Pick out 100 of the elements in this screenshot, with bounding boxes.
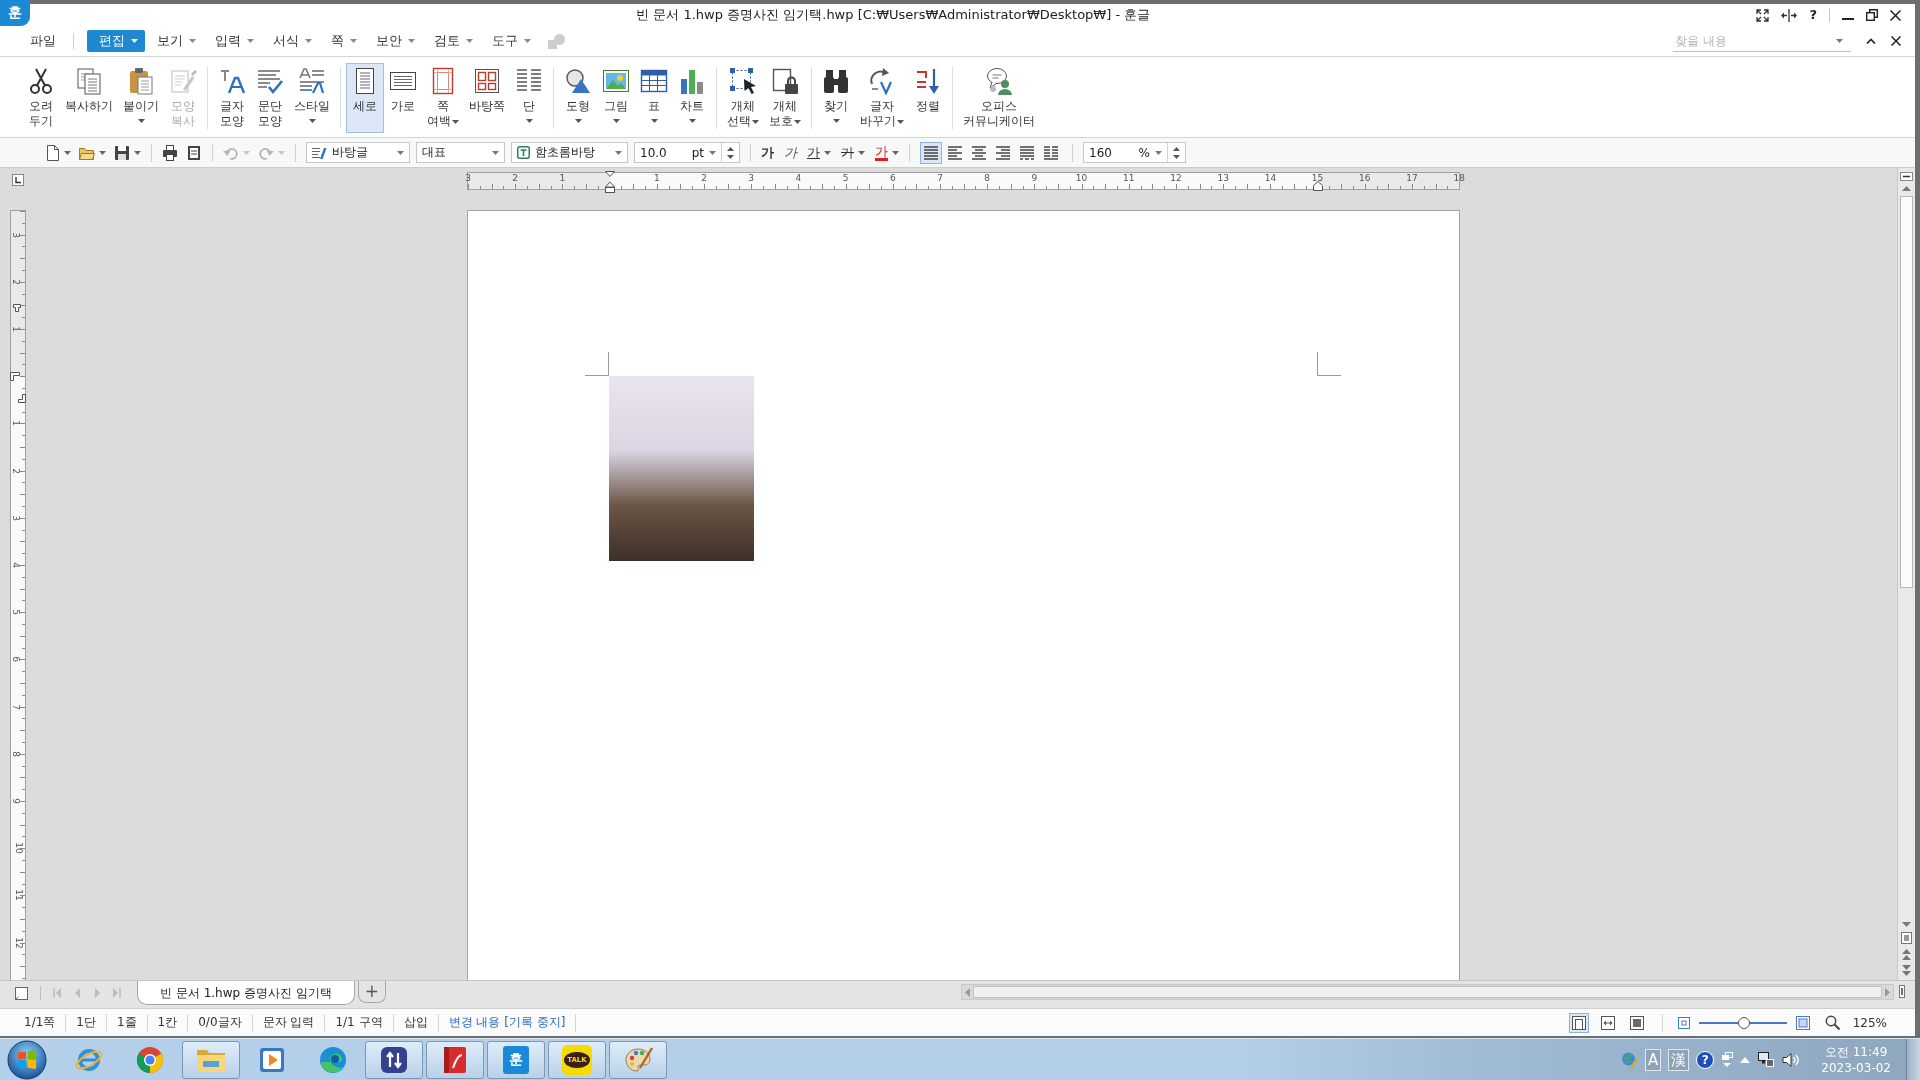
menu-item[interactable]: 쪽 xyxy=(319,30,364,52)
scrollbar-thumb[interactable] xyxy=(973,986,1882,998)
ribbon-button[interactable]: 단 xyxy=(510,63,548,126)
menu-item[interactable]: 보안 xyxy=(364,30,422,52)
ribbon-button[interactable]: 표 xyxy=(635,63,673,126)
page-icon[interactable] xyxy=(1901,932,1912,944)
spinner-icon[interactable] xyxy=(727,145,734,160)
ribbon-button[interactable]: 복사하기 xyxy=(60,63,118,117)
margin-marker-icon[interactable] xyxy=(13,304,21,313)
sheet-icon[interactable] xyxy=(15,986,28,1000)
taskbar-button[interactable] xyxy=(426,1040,484,1079)
ribbon-button[interactable]: 그림 xyxy=(597,63,635,126)
magnifier-icon[interactable] xyxy=(1824,1015,1840,1030)
language-dropdown[interactable]: 대표 xyxy=(416,142,505,163)
preview-button[interactable] xyxy=(186,144,202,161)
ribbon-button[interactable]: 문단 모양 xyxy=(251,63,289,132)
menu-item[interactable]: 입력 xyxy=(203,30,261,52)
width-arrows-icon[interactable] xyxy=(1781,8,1798,22)
margin-marker-icon[interactable] xyxy=(18,394,26,404)
style-dropdown[interactable]: 바탕글 xyxy=(306,142,410,163)
italic-button[interactable]: 가 xyxy=(784,143,797,162)
menu-item[interactable]: 파일 xyxy=(18,30,63,52)
menu-item[interactable]: 검토 xyxy=(422,30,480,52)
page-down-icon[interactable] xyxy=(1902,965,1911,976)
zoom-in-icon[interactable] xyxy=(1795,1015,1810,1030)
ribbon-button[interactable]: 가로 xyxy=(384,63,422,117)
taskbar-button[interactable]: 훈 xyxy=(487,1040,545,1079)
network-icon[interactable] xyxy=(1757,1051,1776,1068)
close-icon[interactable] xyxy=(1891,36,1901,46)
scroll-up-icon[interactable] xyxy=(1902,186,1911,191)
menu-item[interactable]: 편집 xyxy=(87,30,145,52)
strikethrough-button[interactable]: 가 xyxy=(841,143,865,162)
page-up-icon[interactable] xyxy=(1902,949,1911,960)
app-logo[interactable]: 훈 xyxy=(0,0,30,26)
bold-button[interactable]: 가 xyxy=(761,143,774,162)
tab-stop-icon[interactable] xyxy=(12,174,24,186)
ribbon-button[interactable]: 바탕쪽 xyxy=(464,63,510,117)
chevron-up-icon[interactable] xyxy=(1866,38,1876,44)
caret-icon xyxy=(397,150,404,155)
ribbon-button[interactable]: 쪽 여백 xyxy=(422,63,464,132)
restore-icon[interactable] xyxy=(1866,9,1878,21)
zoom-out-icon[interactable] xyxy=(1677,1016,1690,1029)
show-desktop-button[interactable] xyxy=(1906,1038,1920,1080)
indent-marker-icon[interactable] xyxy=(604,171,615,193)
help-button[interactable]: ? xyxy=(1696,1050,1715,1069)
print-button[interactable] xyxy=(162,144,178,161)
slider-thumb[interactable] xyxy=(1738,1016,1751,1029)
segmented-circle-icon[interactable] xyxy=(135,1044,165,1075)
font-color-button[interactable]: 가 xyxy=(875,144,899,161)
font-dropdown[interactable]: 함초롬바탕 xyxy=(511,142,628,163)
ribbon-button[interactable]: 스타일 xyxy=(289,63,335,126)
swap-arrows-icon[interactable] xyxy=(379,1044,409,1075)
ribbon-button[interactable]: 글자 바꾸기 xyxy=(855,63,909,132)
fullscreen-icon[interactable] xyxy=(1756,8,1770,22)
split-handle-icon[interactable] xyxy=(1899,985,1905,998)
scrollbar-thumb[interactable] xyxy=(1900,196,1913,588)
font-size-field[interactable]: 10.0 pt xyxy=(634,142,740,163)
new-document-button[interactable] xyxy=(44,144,71,161)
speaker-icon[interactable] xyxy=(1782,1051,1801,1068)
text-format-icon xyxy=(218,67,246,95)
underline-button[interactable]: 가 xyxy=(807,143,831,162)
ribbon-button[interactable]: 오려 두기 xyxy=(22,63,60,132)
view-button[interactable] xyxy=(1568,1012,1589,1033)
caret-icon xyxy=(137,119,145,123)
close-icon[interactable] xyxy=(1890,9,1901,21)
indent-marker-icon[interactable] xyxy=(1312,181,1323,191)
split-handle-icon[interactable] xyxy=(1900,172,1913,181)
ruler-number: 15 xyxy=(1311,173,1324,183)
ribbon-button[interactable]: 정렬 xyxy=(909,63,947,117)
menu-item[interactable]: 도구 xyxy=(480,30,538,52)
margin-marker-icon[interactable] xyxy=(10,372,20,382)
search-field[interactable]: 찾을 내용 xyxy=(1673,30,1851,52)
spinner-icon[interactable] xyxy=(1173,145,1180,160)
help-button[interactable]: ? xyxy=(1809,8,1817,22)
menu-item[interactable]: 서식 xyxy=(261,30,319,52)
scroll-down-icon[interactable] xyxy=(1902,922,1911,927)
printer-icon xyxy=(162,144,178,161)
zoom-field[interactable]: 160 % xyxy=(1083,142,1186,163)
ribbon-button[interactable]: 차트 xyxy=(673,63,711,126)
app-logo[interactable]: 훈 xyxy=(503,1045,529,1074)
menu-item[interactable]: 보기 xyxy=(145,30,203,52)
ribbon-button[interactable]: 오피스 커뮤니케이터 xyxy=(958,63,1040,132)
align-button[interactable] xyxy=(920,141,942,164)
ribbon-button[interactable]: 찾기 xyxy=(817,63,855,126)
taskbar-button[interactable] xyxy=(365,1040,423,1079)
ribbon-button[interactable]: 개체 선택 xyxy=(722,63,764,132)
status-text: 1칸 xyxy=(156,1014,179,1031)
ribbon-button[interactable]: 글자 모양 xyxy=(213,63,251,132)
start-button[interactable] xyxy=(7,1039,47,1080)
horizontal-scrollbar[interactable] xyxy=(961,984,1894,1000)
document-tab[interactable]: 빈 문서 1.hwp 증명사진 임기택 xyxy=(137,981,355,1005)
ribbon-button[interactable]: 붙이기 xyxy=(118,63,164,126)
track-changes-link[interactable]: 변경 내용 [기록 중지] xyxy=(438,1014,576,1031)
ribbon-button[interactable]: 도형 xyxy=(559,63,597,126)
ribbon-button[interactable]: 세로 xyxy=(346,63,384,133)
save-button[interactable] xyxy=(114,144,141,161)
new-tab-button[interactable]: + xyxy=(357,981,386,1003)
swirl-icon[interactable] xyxy=(318,1044,348,1075)
copy-documents-icon xyxy=(75,67,103,95)
ribbon-button[interactable]: 개체 보호 xyxy=(764,63,806,132)
